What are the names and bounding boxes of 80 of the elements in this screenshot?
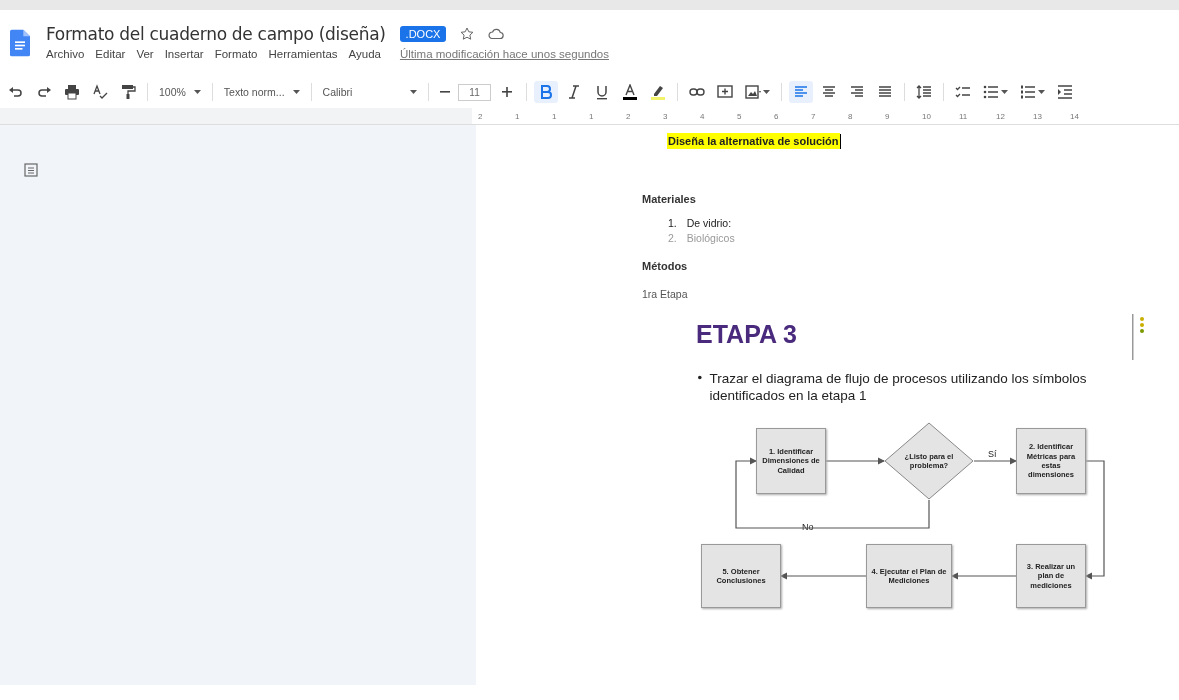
spellcheck-icon bbox=[92, 84, 108, 100]
caret-icon bbox=[292, 90, 300, 94]
align-right-icon bbox=[848, 84, 865, 100]
bulleted-list-icon bbox=[982, 84, 999, 100]
text-cursor bbox=[839, 133, 841, 149]
connector-label: Sí bbox=[986, 449, 999, 460]
checklist-icon bbox=[954, 84, 971, 100]
list-item-text: Biológicos bbox=[686, 232, 735, 244]
menu-item[interactable]: Archivo bbox=[46, 48, 85, 60]
highlighter-icon bbox=[649, 84, 666, 100]
menu-item[interactable]: Insertar bbox=[164, 48, 204, 60]
ruler-number: 8 bbox=[848, 111, 854, 121]
ruler-number: 10 bbox=[922, 111, 932, 121]
connector-arrow bbox=[973, 457, 1018, 465]
menu-item[interactable]: Ver bbox=[136, 48, 154, 60]
caret-icon bbox=[1037, 90, 1045, 94]
ruler-number: 12 bbox=[996, 111, 1006, 121]
dropdown[interactable]: 100% bbox=[155, 83, 205, 101]
document-icon[interactable] bbox=[10, 28, 30, 58]
ruler-number: 7 bbox=[811, 111, 817, 121]
star-icon[interactable] bbox=[460, 27, 475, 41]
ruler-number: 1 bbox=[589, 111, 595, 121]
section-heading: Métodos bbox=[642, 260, 688, 272]
highlighted-heading: Diseña la alternativa de solución bbox=[667, 133, 840, 149]
ruler-number: 5 bbox=[737, 111, 743, 121]
dropdown[interactable]: Calibri bbox=[318, 83, 422, 101]
indent-icon bbox=[1056, 84, 1073, 100]
menu-item[interactable]: Herramientas bbox=[268, 48, 338, 60]
bullet-text: Trazar el diagrama de flujo de procesos utilizando los símbolos identificados en la etapa 1 bbox=[709, 370, 1088, 404]
ruler-number: 11 bbox=[959, 111, 969, 121]
connector-arrow bbox=[950, 572, 1017, 580]
last-edit-link[interactable]: Última modificación hace unos segundos bbox=[399, 48, 609, 60]
ruler-number: 4 bbox=[700, 111, 706, 121]
connector-label: No bbox=[800, 522, 816, 533]
numbered-list-icon bbox=[1019, 84, 1036, 100]
redo-icon bbox=[36, 84, 52, 100]
list-number: 2. bbox=[668, 232, 677, 244]
ruler-number: 1 bbox=[552, 111, 558, 121]
file-type-badge: .DOCX bbox=[399, 26, 447, 42]
image-icon bbox=[744, 84, 761, 100]
menu-item[interactable]: Editar bbox=[95, 48, 126, 60]
ruler-number: 3 bbox=[663, 111, 669, 121]
paragraph: 1ra Etapa bbox=[642, 288, 688, 300]
caret-icon bbox=[410, 90, 418, 94]
ruler-number: 6 bbox=[774, 111, 780, 121]
caret-icon bbox=[762, 90, 770, 94]
align-center-icon bbox=[820, 84, 837, 100]
list-item-text: De vidrio: bbox=[686, 217, 732, 229]
ruler-number: 13 bbox=[1033, 111, 1043, 121]
paint-roller-icon bbox=[120, 84, 136, 100]
font-size-field[interactable]: 11 bbox=[458, 83, 491, 101]
print-icon bbox=[64, 84, 80, 100]
dropdown[interactable]: Texto norm... bbox=[219, 83, 304, 101]
align-left-icon bbox=[792, 84, 809, 100]
undo-icon bbox=[8, 84, 24, 100]
ruler-number: 9 bbox=[885, 111, 891, 121]
align-left-button[interactable] bbox=[788, 81, 813, 103]
line-spacing-icon bbox=[915, 84, 932, 100]
justify-icon bbox=[876, 84, 893, 100]
comment-icon bbox=[716, 84, 733, 100]
menu-item[interactable]: Formato bbox=[214, 48, 258, 60]
caret-icon bbox=[193, 90, 201, 94]
list-number: 1. bbox=[668, 217, 677, 229]
caret-icon bbox=[1000, 90, 1008, 94]
document-title[interactable]: Formato del cuaderno de campo (diseña) bbox=[46, 24, 386, 44]
cloud-icon[interactable] bbox=[488, 28, 505, 40]
bullet-icon bbox=[698, 375, 702, 380]
bold-button[interactable] bbox=[533, 81, 558, 103]
vertical-dots-icon[interactable] bbox=[1132, 314, 1146, 360]
menu-item[interactable]: Ayuda bbox=[348, 48, 381, 60]
ruler-number: 14 bbox=[1070, 111, 1080, 121]
ruler-number: 2 bbox=[626, 111, 632, 121]
ruler-number: 2 bbox=[478, 111, 484, 121]
ruler[interactable]: 2 1 1 1 2 3 4 5 6 7 8 9 10 11 12 13 14 bbox=[472, 108, 1179, 124]
text-color-icon bbox=[621, 84, 638, 100]
ruler-number: 1 bbox=[515, 111, 521, 121]
minus-icon bbox=[440, 91, 451, 93]
outline-icon[interactable] bbox=[24, 163, 38, 177]
figure-heading: ETAPA 3 bbox=[696, 320, 797, 349]
section-heading: Materiales bbox=[642, 193, 696, 205]
